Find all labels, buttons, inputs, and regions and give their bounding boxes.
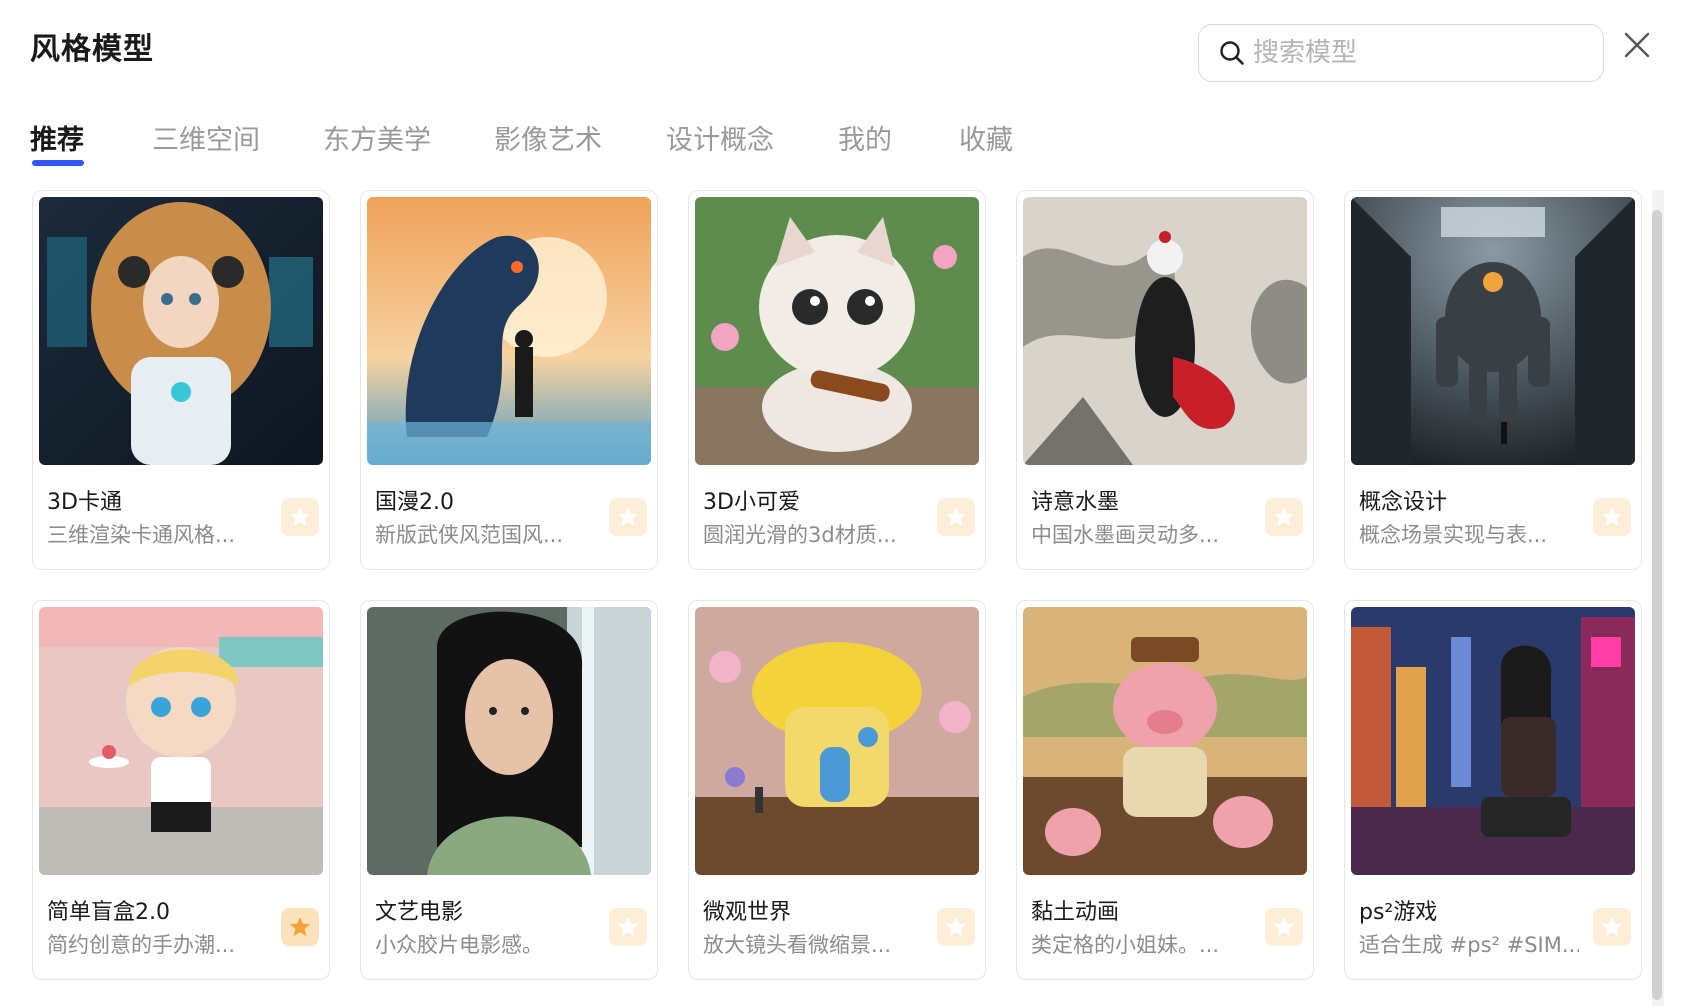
model-card[interactable]: 文艺电影 小众胶片电影感。 (360, 600, 658, 980)
model-card[interactable]: 概念设计 概念场景实现与表... (1344, 190, 1642, 570)
star-icon (618, 917, 638, 936)
model-thumbnail (367, 607, 651, 875)
star-icon (1602, 507, 1622, 526)
model-description: 新版武侠风范国风... (375, 523, 564, 547)
search-box[interactable] (1198, 24, 1604, 82)
tab-design-concept[interactable]: 设计概念 (666, 118, 774, 157)
star-icon (290, 507, 310, 526)
model-card[interactable]: 黏土动画 类定格的小姐妹。... (1016, 600, 1314, 980)
model-card[interactable]: 3D卡通 三维渲染卡通风格... (32, 190, 330, 570)
model-title: 概念设计 (1359, 490, 1448, 515)
star-icon (290, 917, 310, 936)
model-thumbnail (695, 607, 979, 875)
close-icon[interactable] (1620, 28, 1654, 62)
model-thumbnail (39, 197, 323, 465)
search-input[interactable] (1253, 38, 1573, 68)
model-thumbnail (367, 197, 651, 465)
search-icon (1220, 41, 1244, 65)
model-card[interactable]: 诗意水墨 中国水墨画灵动多... (1016, 190, 1314, 570)
model-card[interactable]: 国漫2.0 新版武侠风范国风... (360, 190, 658, 570)
star-icon (1274, 917, 1294, 936)
model-description: 适合生成 #ps² #SIM... (1359, 933, 1579, 957)
star-icon (946, 507, 966, 526)
model-title: 诗意水墨 (1031, 490, 1120, 515)
model-card[interactable]: 3D小可爱 圆润光滑的3d材质... (688, 190, 986, 570)
model-title: 简单盲盒2.0 (47, 900, 170, 925)
active-tab-indicator (32, 160, 84, 166)
model-title: 国漫2.0 (375, 490, 454, 515)
favorite-button[interactable] (609, 498, 647, 536)
model-thumbnail (1351, 607, 1635, 875)
model-title: ps²游戏 (1359, 900, 1438, 925)
model-title: 黏土动画 (1031, 900, 1120, 925)
favorite-button[interactable] (609, 908, 647, 946)
tab-image-art[interactable]: 影像艺术 (494, 118, 602, 157)
tab-3d-space[interactable]: 三维空间 (152, 118, 260, 157)
star-icon (946, 917, 966, 936)
favorite-button[interactable] (1593, 498, 1631, 536)
model-description: 概念场景实现与表... (1359, 523, 1548, 547)
favorite-button[interactable] (281, 498, 319, 536)
favorite-button[interactable] (1593, 908, 1631, 946)
model-description: 小众胶片电影感。 (375, 933, 543, 957)
model-title: 3D卡通 (47, 490, 122, 515)
tab-eastern-aesthetics[interactable]: 东方美学 (323, 118, 431, 157)
model-title: 3D小可爱 (703, 490, 800, 515)
model-card[interactable]: 简单盲盒2.0 简约创意的手办潮... (32, 600, 330, 980)
model-description: 中国水墨画灵动多... (1031, 523, 1220, 547)
model-title: 文艺电影 (375, 900, 464, 925)
tab-favorites[interactable]: 收藏 (959, 118, 1013, 157)
model-description: 三维渲染卡通风格... (47, 523, 236, 547)
tab-bar: 推荐 三维空间 东方美学 影像艺术 设计概念 我的 收藏 (0, 110, 1681, 170)
model-description: 类定格的小姐妹。... (1031, 933, 1220, 957)
model-thumbnail (1351, 197, 1635, 465)
model-card[interactable]: ps²游戏 适合生成 #ps² #SIM... (1344, 600, 1642, 980)
model-card[interactable]: 微观世界 放大镜头看微缩景... (688, 600, 986, 980)
star-icon (618, 507, 638, 526)
model-thumbnail (1023, 197, 1307, 465)
model-title: 微观世界 (703, 900, 792, 925)
scrollbar-thumb[interactable] (1652, 210, 1662, 1000)
model-description: 圆润光滑的3d材质... (703, 523, 897, 547)
model-description: 放大镜头看微缩景... (703, 933, 892, 957)
star-icon (1274, 507, 1294, 526)
page-title: 风格模型 (30, 32, 154, 67)
favorite-button[interactable] (1265, 908, 1303, 946)
favorite-button[interactable] (937, 908, 975, 946)
tab-recommended[interactable]: 推荐 (30, 118, 84, 157)
model-thumbnail (695, 197, 979, 465)
star-icon (1602, 917, 1622, 936)
model-description: 简约创意的手办潮... (47, 933, 236, 957)
tab-mine[interactable]: 我的 (838, 118, 892, 157)
favorite-button[interactable] (1265, 498, 1303, 536)
favorite-button[interactable] (937, 498, 975, 536)
model-thumbnail (1023, 607, 1307, 875)
favorite-button[interactable] (281, 908, 319, 946)
model-thumbnail (39, 607, 323, 875)
